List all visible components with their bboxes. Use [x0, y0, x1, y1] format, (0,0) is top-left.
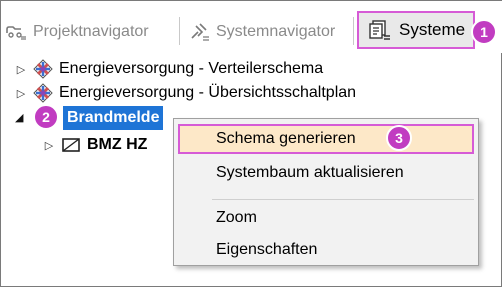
tab-systeme[interactable]: Systeme [357, 11, 476, 49]
tree-item-brandmelde[interactable]: Brandmelde [63, 106, 164, 130]
menu-item-zoom[interactable]: Zoom [174, 203, 478, 233]
tab-label: Systeme [399, 20, 466, 39]
tree-item-bmz-hz[interactable]: ▷ BMZ HZ [43, 133, 148, 157]
system-navigator-icon [191, 23, 209, 41]
tree-item-label: Energieversorgung - Übersichtsschaltplan [59, 84, 357, 101]
navigator-toolbar: Projektnavigator Systemnavigator Systeme [1, 1, 502, 53]
menu-item-eigenschaften[interactable]: Eigenschaften [174, 235, 478, 265]
toolbar-separator [179, 17, 180, 45]
tab-label: Systemnavigator [216, 23, 336, 40]
callout-badge-3: 3 [386, 125, 412, 151]
toolbar-separator [353, 17, 354, 45]
menu-item-schema-generieren[interactable]: Schema generieren [178, 124, 474, 154]
callout-badge-1: 1 [471, 19, 497, 45]
tab-label: Projektnavigator [33, 23, 149, 40]
tree-item-label: BMZ HZ [87, 136, 148, 153]
schema-icon [33, 59, 53, 79]
context-menu: Schema generieren Systembaum aktualisier… [173, 118, 479, 266]
collapse-arrow-icon[interactable]: ◢ [15, 111, 23, 124]
menu-item-systembaum-aktualisieren[interactable]: Systembaum aktualisieren [174, 158, 478, 188]
expand-arrow-icon[interactable]: ▷ [15, 87, 27, 100]
tab-systemnavigator[interactable]: Systemnavigator [188, 17, 335, 47]
expand-arrow-icon[interactable]: ▷ [15, 63, 27, 76]
tree-item-uebersichtsschaltplan[interactable]: ▷ Energieversorgung - Übersichtsschaltpl… [15, 81, 356, 105]
callout-badge-2: 2 [33, 104, 59, 130]
tab-projektnavigator[interactable]: Projektnavigator [5, 17, 149, 47]
window: Projektnavigator Systemnavigator Systeme… [0, 0, 502, 287]
tree-item-label: Energieversorgung - Verteilerschema [59, 60, 324, 77]
tree-item-verteilerschema[interactable]: ▷ Energieversorgung - Verteilerschema [15, 57, 323, 81]
expand-arrow-icon[interactable]: ▷ [43, 139, 55, 152]
project-navigator-icon [6, 26, 26, 40]
menu-separator [212, 199, 474, 200]
panel-icon [62, 138, 80, 152]
systems-icon [369, 20, 390, 40]
schema-icon [33, 83, 53, 103]
